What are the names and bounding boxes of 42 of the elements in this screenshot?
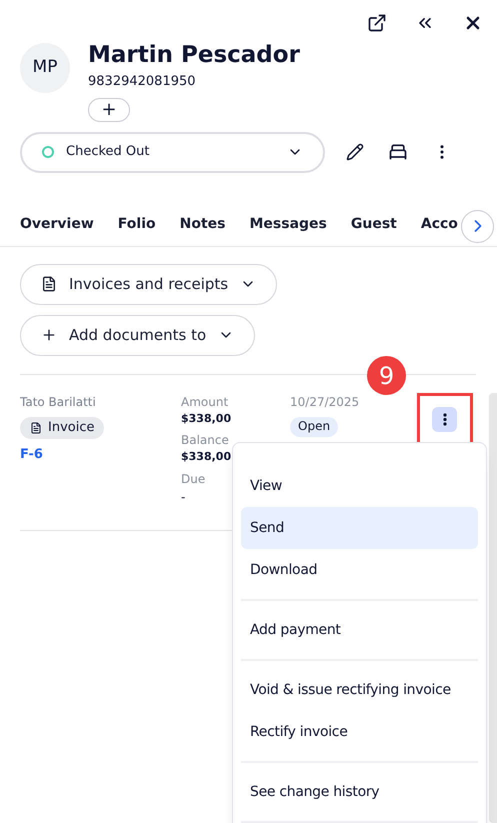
menu-item[interactable]: Void & issue rectifying invoice [241,669,478,711]
status-dropdown[interactable]: Checked Out [20,132,325,172]
avatar: MP [20,43,70,93]
due-label: Due [181,470,206,488]
tab[interactable]: Messages [249,214,327,238]
document-type-tag: Invoice [20,416,104,438]
row-actions-button[interactable] [432,407,457,432]
issuer-name: Tato Barilatti [20,394,96,410]
tab[interactable]: Folio [118,214,156,238]
balance-label: Balance [181,432,229,449]
plus-icon [41,327,57,343]
menu-item[interactable]: Send [241,507,478,549]
edit-icon[interactable] [346,143,364,161]
menu-item[interactable]: View [241,465,478,507]
tab[interactable]: Guest [350,214,397,238]
external-link-icon[interactable] [367,13,387,33]
document-icon [30,422,42,434]
phone-number: 9832942081950 [88,73,197,91]
guest-name: Martin Pescador [88,41,300,70]
menu-item[interactable]: Download [241,549,478,591]
add-button[interactable]: + [88,98,130,122]
document-date: 10/27/2025 [290,394,360,410]
document-icon [41,276,57,292]
due-value: - [181,488,186,506]
menu-item[interactable]: Rectify invoice [241,711,478,753]
status-badge: Open [290,416,338,436]
menu-item[interactable]: Add payment [241,609,478,651]
status-ring-icon [42,146,54,158]
amount-value: $338,00 [181,410,232,426]
menu-item[interactable]: See change history [241,771,478,813]
balance-value: $338,00 [181,449,232,465]
tab[interactable]: Overview [20,214,94,238]
filter-dropdown[interactable]: Invoices and receipts [20,264,278,304]
filter-dropdown[interactable]: Add documents to [20,314,256,356]
more-icon [442,413,446,426]
document-number-link[interactable]: F-6 [20,444,43,464]
tab[interactable]: Acco [420,214,458,238]
scroll-tabs-button[interactable] [461,210,494,242]
bed-icon[interactable] [388,142,408,162]
amount-label: Amount [181,394,228,410]
step-callout: 9 [367,356,406,395]
tab[interactable]: Notes [180,214,226,238]
